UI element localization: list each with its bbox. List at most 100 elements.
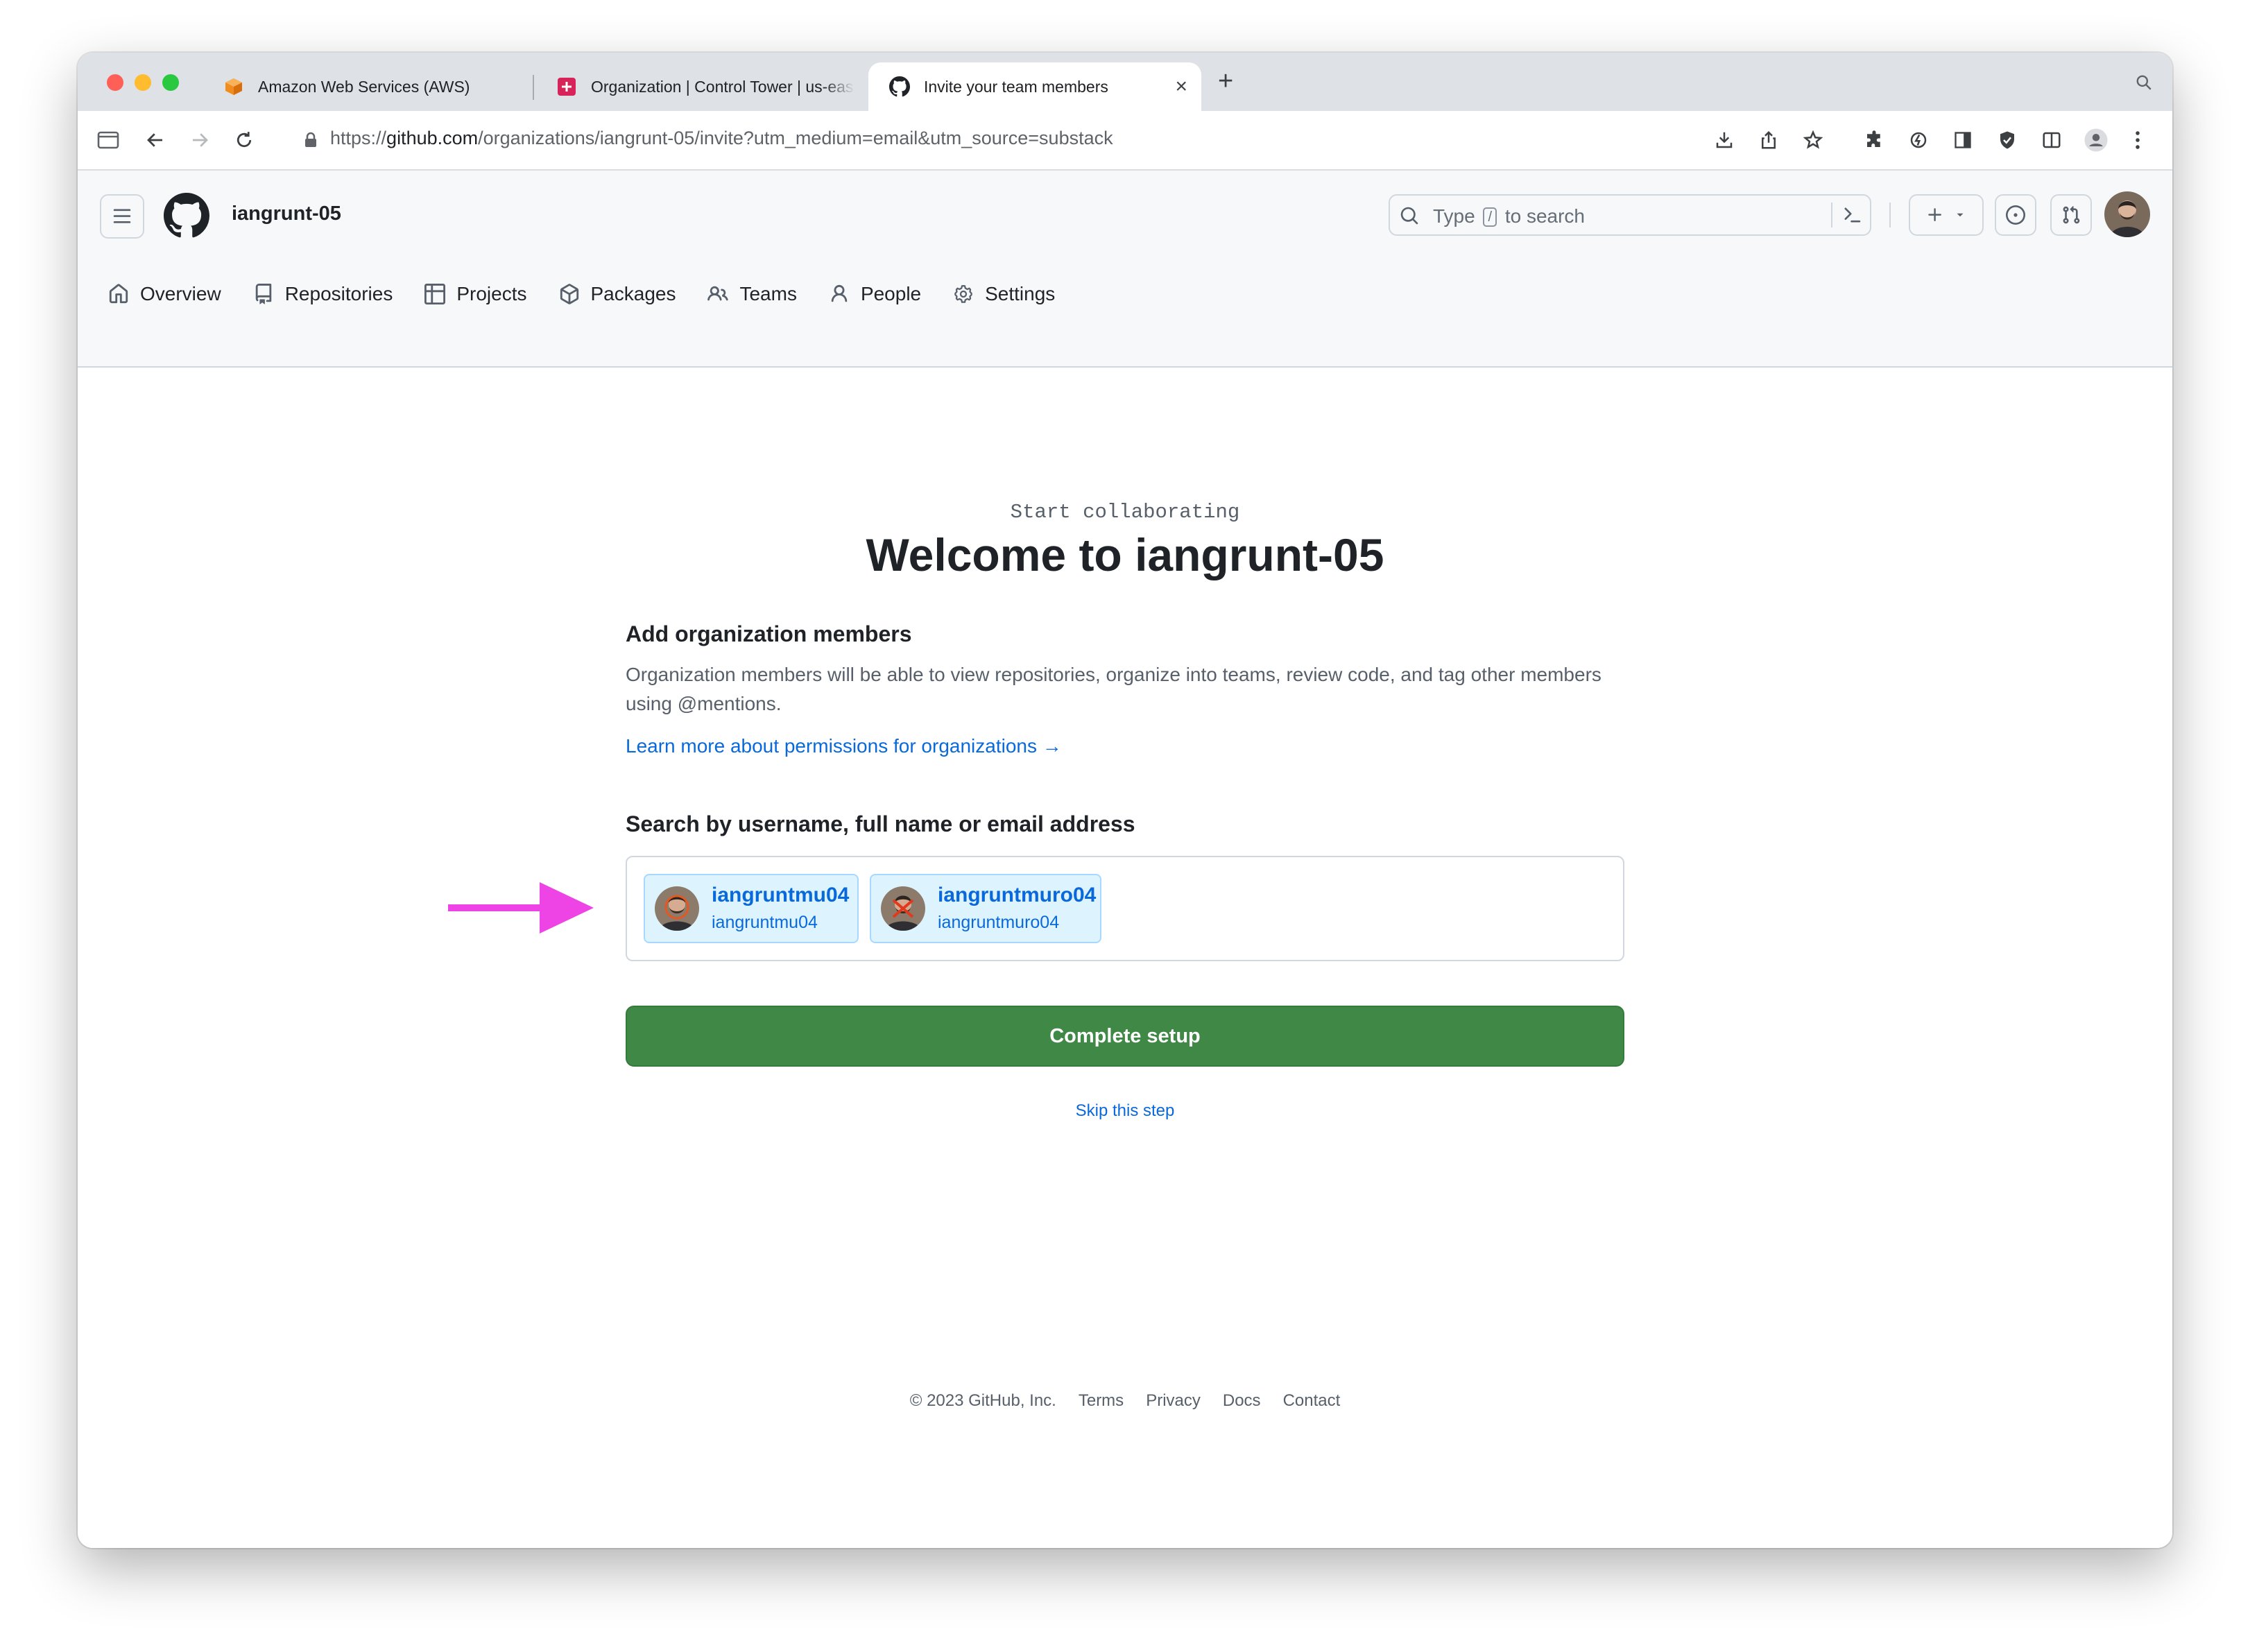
invitee-avatar: [881, 886, 925, 931]
nav-overview[interactable]: Overview: [108, 283, 221, 305]
tab-separator: [533, 75, 534, 100]
minimize-window-button[interactable]: [135, 74, 151, 91]
main-content: Start collaborating Welcome to iangrunt-…: [78, 368, 2172, 1548]
footer-link-docs[interactable]: Docs: [1223, 1391, 1261, 1411]
plus-icon: [1928, 208, 1941, 221]
install-app-icon[interactable]: [1710, 126, 1738, 154]
footer-link-terms[interactable]: Terms: [1079, 1391, 1124, 1411]
package-icon: [560, 284, 578, 304]
reload-icon[interactable]: [230, 126, 258, 154]
create-new-button[interactable]: [1909, 194, 1984, 236]
share-icon[interactable]: [1755, 126, 1783, 154]
skip-step-link: Skip this step: [78, 1101, 2172, 1121]
issue-opened-icon: [2006, 205, 2025, 225]
nav-settings[interactable]: Settings: [953, 283, 1055, 305]
sidebar-toggle-icon[interactable]: [94, 126, 122, 154]
tab-control-tower[interactable]: Organization | Control Tower | us-east-1: [535, 62, 855, 111]
lock-icon[interactable]: [297, 126, 325, 154]
close-window-button[interactable]: [107, 74, 123, 91]
tab-title: Amazon Web Services (AWS): [258, 77, 470, 96]
address-bar[interactable]: https://github.com/organizations/iangrun…: [330, 128, 1113, 149]
nav-label: Teams: [739, 283, 797, 304]
browser-toolbar: https://github.com/organizations/iangrun…: [78, 111, 2172, 171]
browser-window: Amazon Web Services (AWS) Organization |…: [78, 53, 2172, 1548]
bookmark-star-icon[interactable]: [1799, 126, 1827, 154]
nav-label: Overview: [140, 283, 221, 304]
split-view-icon[interactable]: [2038, 126, 2066, 154]
invitee-login: iangruntmuro04: [938, 913, 1060, 932]
person-icon: [831, 284, 848, 302]
tab-title: Organization | Control Tower | us-east-1: [591, 77, 855, 96]
caret-down-icon: [1957, 213, 1964, 217]
org-name-link[interactable]: iangrunt-05: [232, 203, 341, 225]
nav-packages[interactable]: Packages: [559, 283, 676, 305]
tab-strip: Amazon Web Services (AWS) Organization |…: [78, 53, 2172, 111]
tab-aws[interactable]: Amazon Web Services (AWS): [203, 62, 529, 111]
repo-icon: [255, 284, 271, 304]
footer-link-privacy[interactable]: Privacy: [1146, 1391, 1201, 1411]
nav-label: People: [860, 283, 922, 304]
shield-icon[interactable]: [1993, 126, 2021, 154]
profile-icon[interactable]: [2082, 126, 2110, 154]
user-avatar[interactable]: [2104, 191, 2150, 237]
invite-members-input[interactable]: iangruntmu04 iangruntmu04 iangruntmuro04…: [626, 856, 1624, 961]
invitee-login: iangruntmu04: [712, 913, 818, 932]
forward-arrow-icon[interactable]: [186, 126, 214, 154]
invitee-chip[interactable]: iangruntmuro04 iangruntmuro04: [870, 874, 1101, 943]
url-path: /organizations/iangrunt-05/invite?utm_me…: [478, 128, 1113, 148]
maximize-window-button[interactable]: [162, 74, 179, 91]
github-icon: [889, 76, 910, 97]
footer-link-contact[interactable]: Contact: [1283, 1391, 1341, 1411]
nav-label: Repositories: [284, 283, 393, 304]
table-icon: [424, 284, 446, 304]
nav-teams[interactable]: Teams: [707, 283, 797, 305]
pull-requests-button[interactable]: [2050, 194, 2092, 236]
github-header: iangrunt-05 Type / to search Overview Re…: [78, 171, 2172, 368]
nav-label: Projects: [456, 283, 527, 304]
footer: © 2023 GitHub, Inc. Terms Privacy Docs C…: [78, 1391, 2172, 1411]
nav-projects[interactable]: Projects: [424, 283, 527, 305]
slash-key: /: [1483, 207, 1497, 227]
skip-step-link-text[interactable]: Skip this step: [1076, 1101, 1175, 1120]
home-icon: [109, 284, 128, 304]
back-arrow-icon[interactable]: [141, 126, 169, 154]
header-divider: [1889, 203, 1891, 227]
invitee-name: iangruntmuro04: [938, 884, 1097, 906]
footer-copyright: © 2023 GitHub, Inc.: [909, 1391, 1056, 1410]
learn-more-link[interactable]: Learn more about permissions for organiz…: [626, 735, 1062, 757]
section-description: Organization members will be able to vie…: [626, 664, 1601, 714]
close-tab-icon[interactable]: ×: [1175, 76, 1187, 97]
org-navigation: Overview Repositories Projects Packages …: [108, 273, 1087, 315]
search-input[interactable]: Type / to search: [1389, 194, 1871, 236]
section-title: Add organization members: [626, 621, 912, 646]
new-tab-button[interactable]: +: [1218, 68, 1233, 94]
reading-list-icon[interactable]: [1949, 126, 1977, 154]
tab-title: Invite your team members: [924, 77, 1108, 96]
nav-repositories[interactable]: Repositories: [253, 283, 393, 305]
tab-search-icon[interactable]: [2135, 74, 2153, 95]
tab-github-invite[interactable]: Invite your team members ×: [868, 62, 1201, 111]
nav-label: Settings: [985, 283, 1056, 304]
url-host: github.com: [386, 128, 479, 148]
aws-cube-icon: [223, 76, 244, 97]
github-logo-icon[interactable]: [164, 193, 209, 242]
extensions-puzzle-icon[interactable]: [1860, 126, 1888, 154]
extension-sync-icon[interactable]: [1905, 126, 1932, 154]
control-tower-icon: [556, 76, 577, 97]
invitee-avatar: [655, 886, 699, 931]
invitee-chip[interactable]: iangruntmu04 iangruntmu04: [644, 874, 859, 943]
complete-setup-button[interactable]: Complete setup: [626, 1006, 1624, 1067]
browser-menu-icon[interactable]: [2124, 126, 2152, 154]
people-icon: [707, 286, 729, 301]
annotation-arrow-icon: [448, 881, 594, 940]
nav-label: Packages: [590, 283, 676, 304]
command-palette-icon[interactable]: [1831, 203, 1862, 227]
invitee-name: iangruntmu04: [712, 884, 850, 906]
issues-button[interactable]: [1995, 194, 2036, 236]
gear-icon: [954, 284, 972, 303]
hamburger-menu-button[interactable]: [100, 194, 144, 239]
invite-search-label: Search by username, full name or email a…: [626, 811, 1135, 836]
nav-people[interactable]: People: [829, 283, 921, 305]
url-scheme: https://: [330, 128, 387, 148]
eyebrow-text: Start collaborating: [1010, 501, 1240, 524]
